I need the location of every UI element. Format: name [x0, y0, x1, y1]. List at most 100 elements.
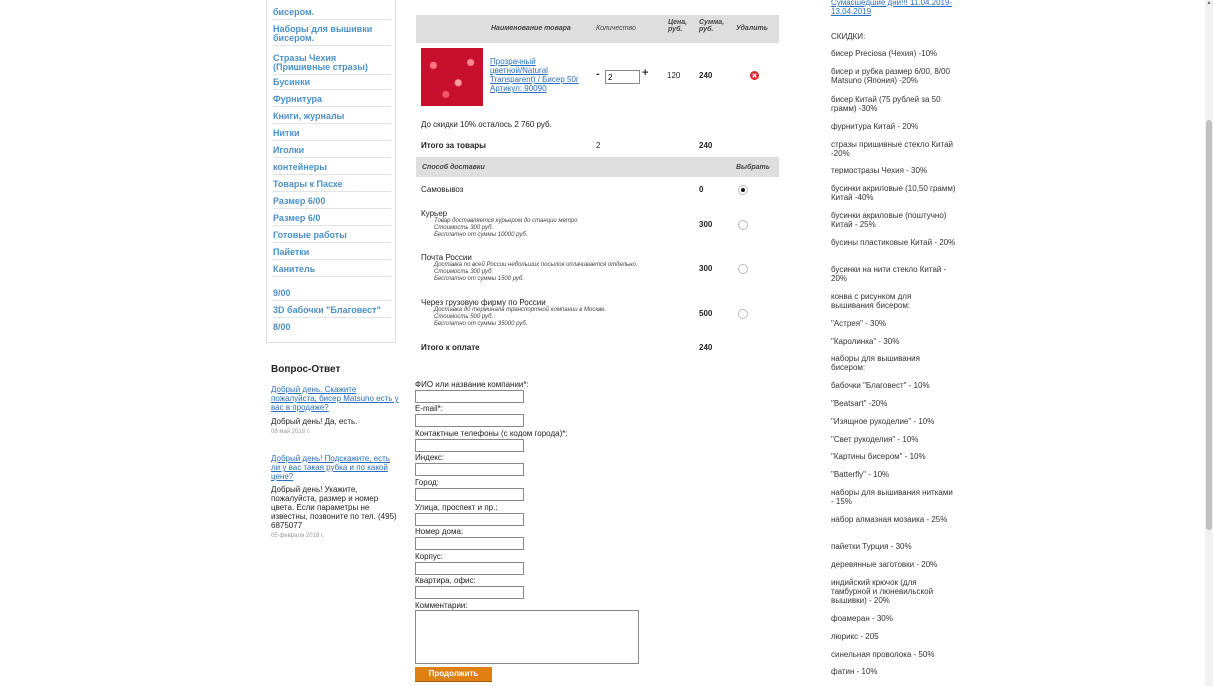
menu-item[interactable]: Наборы для вышивки бисером. — [273, 25, 391, 46]
city-field[interactable] — [415, 488, 524, 501]
delivery-option-desc: Бесплатно от суммы 35000 руб. — [434, 321, 528, 327]
category-menu: бисером. Наборы для вышивки бисером. Стр… — [266, 0, 396, 343]
menu-item[interactable]: Иголки — [273, 146, 391, 158]
menu-item[interactable]: Бусинки — [273, 78, 391, 90]
menu-item[interactable]: Готовые работы — [273, 231, 391, 243]
qa-date: 05 февраля 2018 г. — [271, 533, 325, 539]
discount-item: бисер Preciosa (Чехия) -10% — [831, 49, 938, 58]
discount-item: наборы для вышивания нитками - 15% — [831, 488, 953, 506]
qty-input[interactable] — [605, 70, 640, 84]
field-label: Квартира, офис: — [415, 576, 476, 585]
discount-item: синельная проволока - 50% — [831, 650, 935, 659]
qa-question-link[interactable]: Добрый день! Подскажите, есть ли у вас т… — [271, 454, 401, 481]
menu-item[interactable]: Нитки — [273, 129, 391, 141]
product-name-link[interactable]: Прозрачный цветной/Natural Transparent) … — [490, 57, 585, 93]
name-field[interactable] — [415, 390, 524, 403]
scroll-up-arrow-icon[interactable]: ▴ — [1206, 0, 1212, 7]
delivery-option-desc: Стоимость 500 руб. — [434, 314, 494, 320]
discount-item: пайетки Турция - 30% — [831, 542, 912, 551]
qty-plus-button[interactable]: + — [642, 67, 648, 79]
discount-item: бусины пластиковые Китай - 20% — [831, 238, 956, 247]
total-pay-label: Итого к оплате — [421, 343, 480, 352]
header-delete: Удалить — [736, 25, 768, 32]
discount-item: деревянные заготовки - 20% — [831, 560, 938, 569]
comments-label: Комментарии: — [415, 601, 468, 610]
delivery-option-price: 0 — [699, 185, 704, 194]
menu-item[interactable]: Размер 6/0 — [273, 214, 391, 226]
field-label: E-mail*: — [415, 404, 444, 413]
delivery-header: Способ доставки Выбрать — [416, 157, 779, 177]
field-label: Корпус: — [415, 552, 444, 561]
header-qty: Количество — [596, 25, 636, 32]
email-field[interactable] — [415, 414, 524, 427]
menu-item[interactable]: Книги, журналы — [273, 112, 391, 124]
field-label: Улица, проспект и пр.: — [415, 503, 498, 512]
discount-item: бусинки на нити стекло Китай - 20% — [831, 265, 947, 283]
discount-item: бисер Китай (75 рублей за 50 грамм) -30% — [831, 95, 941, 113]
delivery-radio[interactable] — [738, 264, 748, 274]
qty-minus-button[interactable]: - — [596, 68, 600, 80]
menu-item[interactable]: Фурнитура — [273, 95, 391, 107]
delivery-option-desc: Доставка до терминала транспортной компа… — [434, 307, 607, 313]
delivery-header-label: Способ доставки — [422, 164, 485, 171]
total-goods-sum: 240 — [699, 141, 713, 150]
delivery-option-desc: Доставка по всей России небольших посыло… — [434, 262, 638, 268]
delivery-option-desc: Бесплатно от суммы 10000 руб. — [434, 232, 528, 238]
delivery-option-desc: Стоимость 300 руб. — [434, 225, 494, 231]
delivery-option-price: 300 — [699, 264, 713, 273]
product-image[interactable] — [421, 48, 483, 106]
building-field[interactable] — [415, 562, 524, 575]
qa-title: Вопрос-Ответ — [271, 364, 341, 375]
discount-item: бусинки акриловые (10,50 грамм) Китай -4… — [831, 184, 956, 202]
delete-icon[interactable] — [750, 71, 759, 80]
item-sum: 240 — [699, 71, 713, 80]
continue-button[interactable]: Продолжить — [415, 667, 492, 682]
promo-link[interactable]: Сумасшедшие дни!!! 11.04.2019-13.04.2019 — [831, 0, 956, 16]
discount-note: До скидки 10% осталось 2 760 руб. — [421, 120, 552, 129]
delivery-radio[interactable] — [738, 220, 748, 230]
scrollbar-thumb[interactable] — [1206, 120, 1212, 530]
street-field[interactable] — [415, 513, 524, 526]
menu-item[interactable]: Размер 6/00 — [273, 197, 391, 209]
qa-question-link[interactable]: Добрый день. Скажите пожалуйста, бисер M… — [271, 385, 401, 412]
field-label: Номер дома: — [415, 527, 464, 536]
delivery-radio[interactable] — [738, 309, 748, 319]
discount-item: фатин - 10% — [831, 667, 878, 676]
discounts-title: СКИДКИ: — [831, 32, 866, 41]
delivery-option-desc: Стоимость 300 руб. — [434, 269, 494, 275]
delivery-choose-label: Выбрать — [736, 164, 770, 171]
discount-item: "Beatsart" -20% — [831, 399, 888, 408]
discount-item: люрикс - 205 — [831, 632, 879, 641]
menu-item[interactable]: Пайетки — [273, 248, 391, 260]
house-field[interactable] — [415, 537, 524, 550]
discount-item: "Изящное рукоделие" - 10% — [831, 417, 935, 426]
discount-item: "Каролинка" - 30% — [831, 337, 900, 346]
menu-item[interactable]: 9/00 — [273, 289, 391, 301]
menu-item[interactable]: Товары к Пасхе — [273, 180, 391, 192]
menu-item[interactable]: бисером. — [273, 8, 391, 20]
delivery-option-price: 300 — [699, 220, 713, 229]
menu-item[interactable]: Канитель — [273, 265, 391, 277]
phone-field[interactable] — [415, 439, 524, 452]
apartment-field[interactable] — [415, 586, 524, 599]
qa-answer: Добрый день! Да, есть. — [271, 417, 358, 426]
comments-textarea[interactable] — [415, 610, 639, 664]
menu-item[interactable]: контейнеры — [273, 163, 391, 175]
cart-table-header: Наименование товара Количество Цена, руб… — [416, 15, 779, 43]
page-scrollbar[interactable]: ▴ — [1205, 0, 1213, 686]
header-sum: Сумма, руб. — [699, 19, 725, 33]
zip-field[interactable] — [415, 463, 524, 476]
menu-item[interactable]: 3D бабочки "Благовест" — [273, 306, 391, 318]
menu-item[interactable]: Стразы Чехия (Пришивные стразы) — [273, 54, 391, 75]
field-label: ФИО или название компании*: — [415, 380, 529, 389]
discount-item: "Batterfly" - 10% — [831, 470, 890, 479]
delivery-option-price: 500 — [699, 309, 713, 318]
discount-item: "Астрея" - 30% — [831, 319, 887, 328]
discount-item: бабочки "Благовест" - 10% — [831, 381, 930, 390]
delivery-option-name: Самовывоз — [421, 185, 464, 194]
qa-date: 08 мая 2018 г. — [271, 429, 310, 435]
menu-item[interactable]: 8/00 — [273, 323, 391, 334]
discount-item: индийский крючок (для тамбурной и люневи… — [831, 578, 934, 605]
delivery-radio[interactable] — [738, 185, 748, 195]
delivery-option-name: Через грузовую фирму по России — [421, 298, 546, 307]
